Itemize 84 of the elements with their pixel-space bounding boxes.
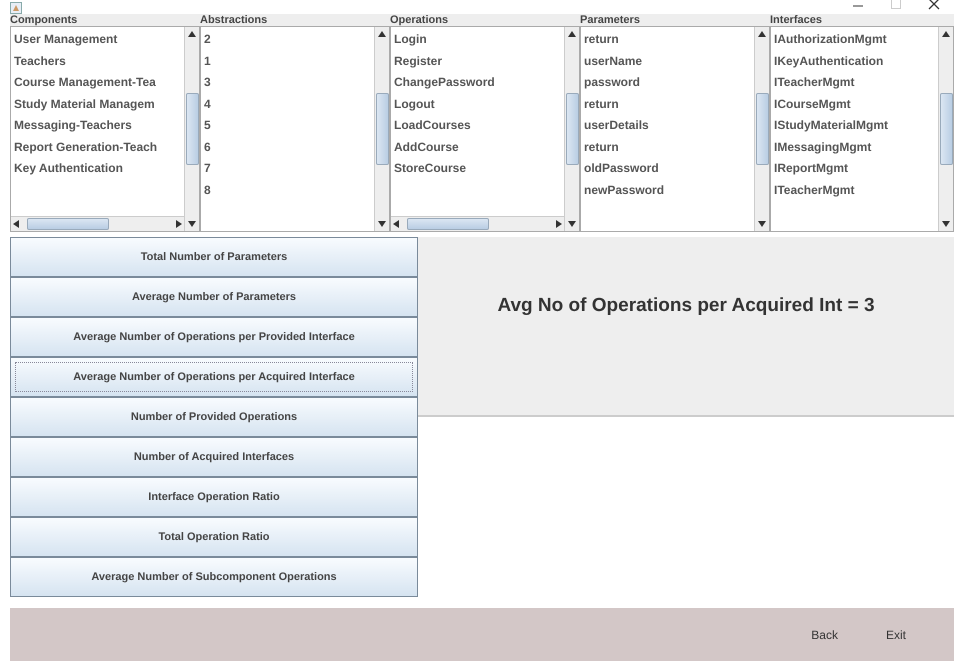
list-item[interactable]: 8 [201, 180, 374, 201]
list-item[interactable]: newPassword [581, 180, 754, 201]
list-item[interactable]: LoadCourses [391, 115, 564, 136]
vertical-scrollbar[interactable] [754, 27, 769, 231]
metric-button[interactable]: Interface Operation Ratio [10, 477, 418, 517]
list-item[interactable]: IAuthorizationMgmt [771, 29, 938, 50]
list-item[interactable]: IStudyMaterialMgmt [771, 115, 938, 136]
list-item[interactable]: AddCourse [391, 136, 564, 158]
left-arrow-icon[interactable] [393, 220, 399, 228]
list-item[interactable]: return [581, 136, 754, 158]
list-item[interactable]: password [581, 72, 754, 94]
list-item[interactable]: IReportMgmt [771, 158, 938, 180]
down-arrow-icon[interactable] [942, 221, 950, 227]
down-arrow-icon[interactable] [378, 221, 386, 227]
result-text: Avg No of Operations per Acquired Int = 3 [497, 295, 875, 317]
up-arrow-icon[interactable] [568, 31, 576, 37]
footer-button[interactable]: Exit [882, 626, 910, 644]
left-arrow-icon[interactable] [13, 220, 19, 228]
list-item[interactable]: IMessagingMgmt [771, 136, 938, 158]
horizontal-scrollbar[interactable] [391, 216, 564, 231]
list-item[interactable]: oldPassword [581, 158, 754, 180]
vertical-scrollbar[interactable] [564, 27, 579, 231]
scroll-thumb[interactable] [407, 218, 489, 230]
metric-button[interactable]: Average Number of Operations per Acquired Interface [10, 357, 418, 397]
up-arrow-icon[interactable] [942, 31, 950, 37]
horizontal-scrollbar[interactable] [11, 216, 184, 231]
list-item[interactable]: IKeyAuthentication [771, 50, 938, 72]
metric-button[interactable]: Average Number of Subcomponent Operations [10, 557, 418, 597]
list-item[interactable]: Register [391, 50, 564, 72]
column-header: Parameters [580, 14, 770, 26]
up-arrow-icon[interactable] [378, 31, 386, 37]
list-item[interactable]: 1 [201, 50, 374, 72]
list-item[interactable]: 4 [201, 94, 374, 115]
app-icon [10, 2, 22, 14]
vertical-scrollbar[interactable] [374, 27, 389, 231]
right-arrow-icon[interactable] [556, 220, 562, 228]
right-arrow-icon[interactable] [176, 220, 182, 228]
list-item[interactable]: Teachers [11, 50, 184, 72]
down-arrow-icon[interactable] [568, 221, 576, 227]
list-item[interactable]: 2 [201, 29, 374, 50]
vertical-scrollbar[interactable] [184, 27, 199, 231]
scroll-thumb[interactable] [940, 93, 952, 165]
list-item[interactable]: ITeacherMgmt [771, 180, 938, 201]
list-item[interactable]: User Management [11, 29, 184, 50]
list-item[interactable]: 7 [201, 158, 374, 180]
scroll-thumb[interactable] [756, 93, 768, 165]
list-item[interactable]: return [581, 29, 754, 50]
list-item[interactable]: return [581, 94, 754, 115]
up-arrow-icon[interactable] [758, 31, 766, 37]
list-item[interactable]: Course Management-Tea [11, 72, 184, 94]
vertical-scrollbar[interactable] [938, 27, 953, 231]
list-item[interactable]: 5 [201, 115, 374, 136]
list-item[interactable]: Key Authentication [11, 158, 184, 180]
column-header: Abstractions [200, 14, 390, 26]
metric-button[interactable]: Number of Provided Operations [10, 397, 418, 437]
scroll-thumb[interactable] [186, 93, 198, 165]
metric-button[interactable]: Total Operation Ratio [10, 517, 418, 557]
column-header: Interfaces [770, 14, 954, 26]
list-item[interactable]: userDetails [581, 115, 754, 136]
column-header: Components [10, 14, 200, 26]
list-item[interactable]: Report Generation-Teach [11, 136, 184, 158]
metric-button[interactable]: Number of Acquired Interfaces [10, 437, 418, 477]
list-item[interactable]: Messaging-Teachers [11, 115, 184, 136]
scroll-thumb[interactable] [376, 93, 388, 165]
down-arrow-icon[interactable] [188, 221, 196, 227]
list-item[interactable]: StoreCourse [391, 158, 564, 180]
list-item[interactable]: userName [581, 50, 754, 72]
list-item[interactable]: 6 [201, 136, 374, 158]
list-item[interactable]: 3 [201, 72, 374, 94]
column-header: Operations [390, 14, 580, 26]
footer-button[interactable]: Back [807, 626, 842, 644]
list-item[interactable]: Logout [391, 94, 564, 115]
scroll-thumb[interactable] [27, 218, 109, 230]
down-arrow-icon[interactable] [758, 221, 766, 227]
list-item[interactable]: Study Material Managem [11, 94, 184, 115]
metric-button[interactable]: Average Number of Operations per Provided Interface [10, 317, 418, 357]
up-arrow-icon[interactable] [188, 31, 196, 37]
list-item[interactable]: ChangePassword [391, 72, 564, 94]
scroll-thumb[interactable] [566, 93, 578, 165]
metric-button[interactable]: Total Number of Parameters [10, 237, 418, 277]
list-item[interactable]: ICourseMgmt [771, 94, 938, 115]
metric-button[interactable]: Average Number of Parameters [10, 277, 418, 317]
list-item[interactable]: ITeacherMgmt [771, 72, 938, 94]
list-item[interactable]: Login [391, 29, 564, 50]
